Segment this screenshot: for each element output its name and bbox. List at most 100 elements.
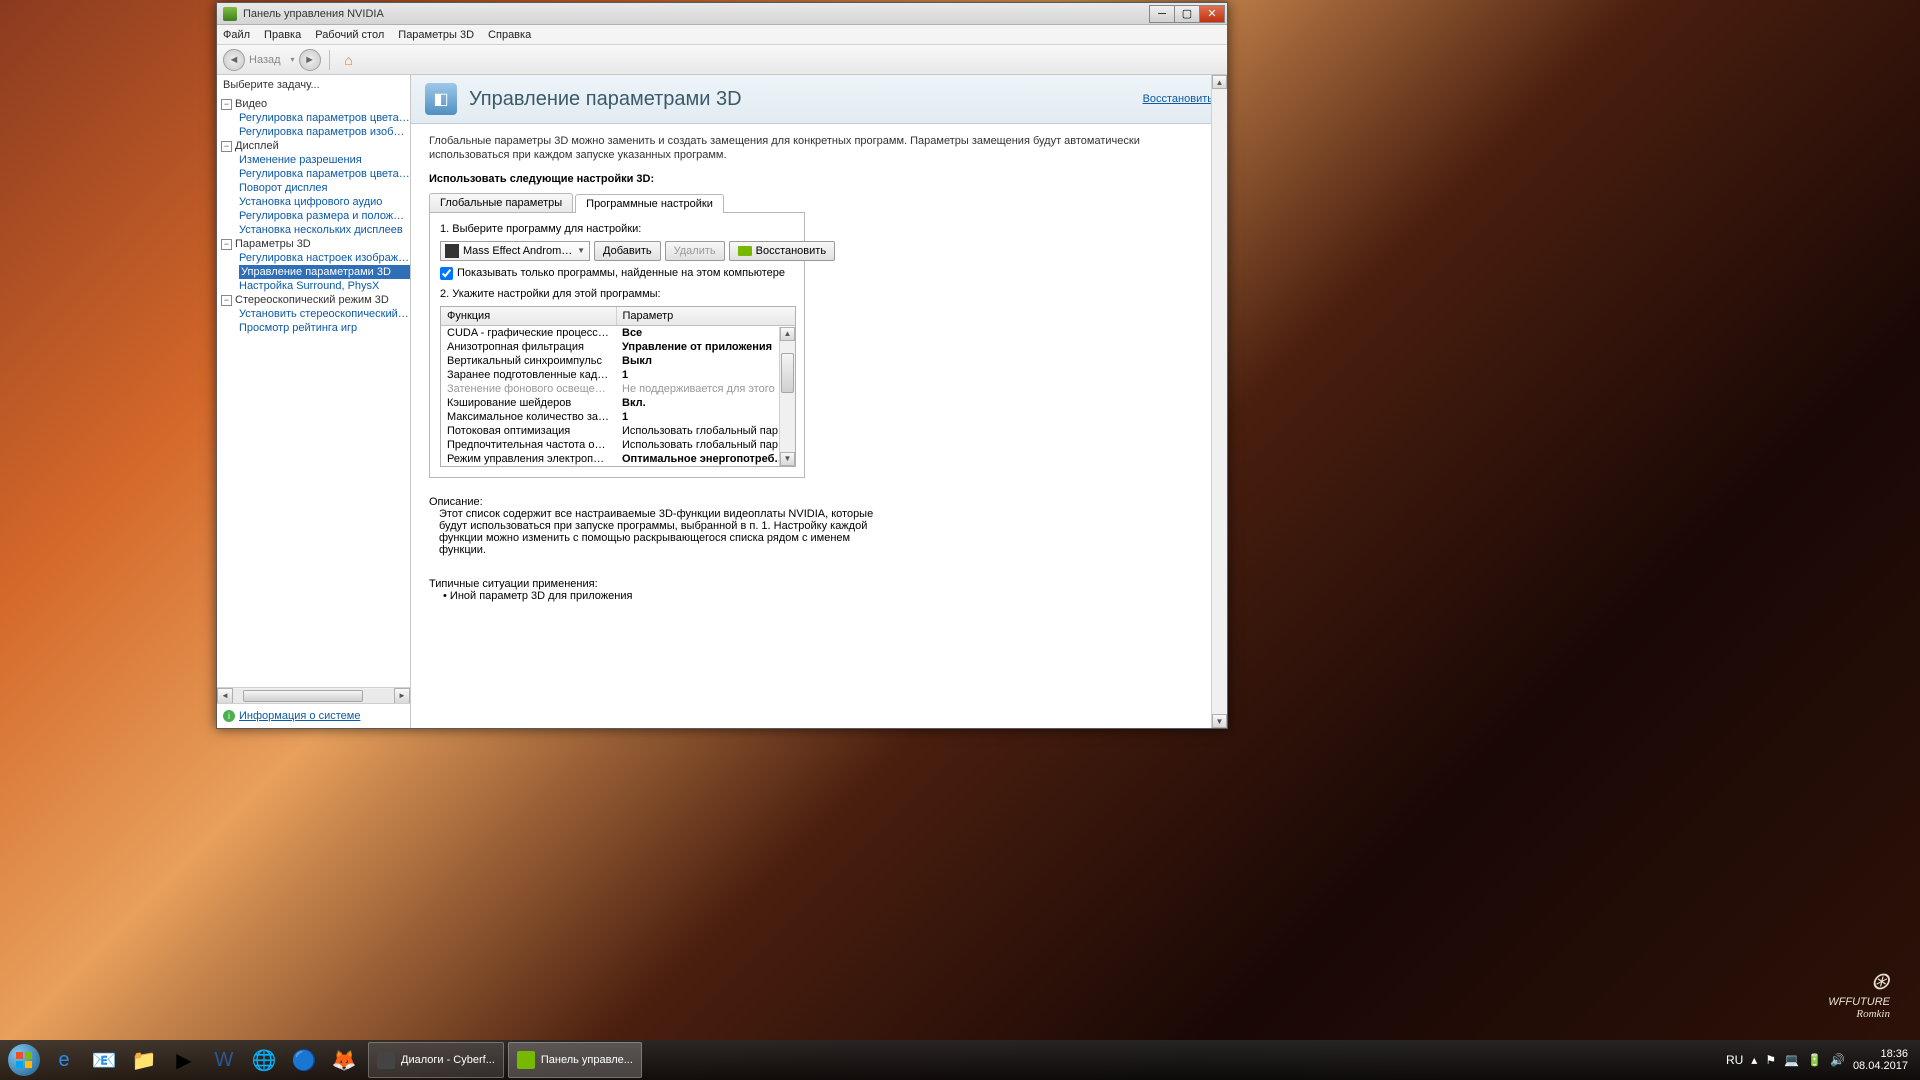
minimize-button[interactable]: ─: [1149, 5, 1175, 23]
tab-program[interactable]: Программные настройки: [575, 194, 724, 213]
window-title: Панель управления NVIDIA: [243, 8, 1150, 20]
table-row[interactable]: Режим управления электропитаниемОптималь…: [441, 452, 795, 466]
col-function[interactable]: Функция: [441, 307, 616, 326]
info-icon: i: [223, 710, 235, 722]
back-label: Назад: [249, 54, 281, 66]
nvidia-icon: [223, 7, 237, 21]
settings-table: Функция Параметр CUDA - графические проц…: [440, 306, 796, 467]
add-button[interactable]: Добавить: [594, 241, 661, 261]
taskbar-explorer[interactable]: 📁: [124, 1042, 164, 1078]
tree-leaf-resolution[interactable]: Изменение разрешения: [239, 153, 410, 167]
step1-label: 1. Выберите программу для настройки:: [440, 223, 794, 235]
menubar: Файл Правка Рабочий стол Параметры 3D Сп…: [217, 25, 1227, 45]
tree-leaf-digital-audio[interactable]: Установка цифрового аудио: [239, 195, 410, 209]
tray-action-center-icon[interactable]: ⚑: [1765, 1053, 1776, 1067]
table-row[interactable]: Вертикальный синхроимпульсВыкл: [441, 354, 795, 368]
restore-link[interactable]: Восстановить: [1143, 93, 1213, 105]
col-param[interactable]: Параметр: [616, 307, 795, 326]
program-select[interactable]: Mass Effect Andromeda (masse... ▼: [440, 241, 590, 261]
table-row[interactable]: CUDA - графические процессорыВсе: [441, 325, 795, 340]
nvidia-icon: [517, 1051, 535, 1069]
toolbar: ◄ Назад ▾ ► ⌂: [217, 45, 1227, 75]
table-row[interactable]: Затенение фонового освещенияНе поддержив…: [441, 382, 795, 396]
task-tree: −Видео Регулировка параметров цвета для …: [217, 95, 410, 687]
tree-toggle[interactable]: −: [221, 239, 232, 250]
start-button[interactable]: [4, 1040, 44, 1080]
taskbar-wmp[interactable]: ▶: [164, 1042, 204, 1078]
table-row[interactable]: Заранее подготовленные кадры вирту...1: [441, 368, 795, 382]
system-tray: RU ▴ ⚑ 💻 🔋 🔊 18:36 08.04.2017: [1726, 1048, 1916, 1072]
table-vscroll[interactable]: ▲ ▼: [779, 327, 795, 466]
tree-leaf-manage-3d[interactable]: Управление параметрами 3D: [239, 265, 410, 279]
scroll-down-button[interactable]: ▼: [1212, 714, 1227, 728]
tree-toggle[interactable]: −: [221, 141, 232, 152]
menu-help[interactable]: Справка: [488, 29, 531, 41]
tree-leaf-image-preview[interactable]: Регулировка настроек изображения с пр: [239, 251, 410, 265]
scroll-thumb[interactable]: [243, 690, 363, 702]
tray-lang[interactable]: RU: [1726, 1053, 1743, 1067]
table-row[interactable]: Максимальное количество заранее под...1: [441, 410, 795, 424]
taskbar-firefox[interactable]: 🦊: [324, 1042, 364, 1078]
tray-battery-icon[interactable]: 🔋: [1807, 1053, 1822, 1067]
scroll-down-button[interactable]: ▼: [780, 452, 795, 466]
show-found-only-label[interactable]: Показывать только программы, найденные н…: [457, 267, 785, 279]
tree-leaf-video-color[interactable]: Регулировка параметров цвета для вид: [239, 111, 410, 125]
table-row[interactable]: Предпочтительная частота обновлени...Исп…: [441, 438, 795, 452]
titlebar[interactable]: Панель управления NVIDIA ─ ▢ ✕: [217, 3, 1227, 25]
home-icon: ⌂: [344, 52, 352, 68]
back-button[interactable]: ◄: [223, 49, 245, 71]
close-button[interactable]: ✕: [1199, 5, 1225, 23]
table-row[interactable]: Потоковая оптимизацияИспользовать глобал…: [441, 424, 795, 438]
tree-leaf-size-position[interactable]: Регулировка размера и положения рабо: [239, 209, 410, 223]
taskbar-mail[interactable]: 📧: [84, 1042, 124, 1078]
sidebar-hscroll[interactable]: ◄ ►: [217, 687, 410, 703]
description-text: Этот список содержит все настраиваемые 3…: [439, 508, 879, 556]
taskbar-browser[interactable]: 🌐: [244, 1042, 284, 1078]
scroll-right-button[interactable]: ►: [394, 688, 410, 704]
taskbar-ie[interactable]: e: [44, 1042, 84, 1078]
taskbar-app-cyberforum[interactable]: Диалоги - Cyberf...: [368, 1042, 504, 1078]
page-title: Управление параметрами 3D: [469, 88, 742, 111]
menu-edit[interactable]: Правка: [264, 29, 301, 41]
tree-leaf-game-rating[interactable]: Просмотр рейтинга игр: [239, 321, 410, 335]
tree-leaf-multi-display[interactable]: Установка нескольких дисплеев: [239, 223, 410, 237]
tray-arrow-icon[interactable]: ▴: [1751, 1053, 1757, 1067]
scroll-thumb[interactable]: [781, 353, 794, 393]
forward-button[interactable]: ►: [299, 49, 321, 71]
system-info-link[interactable]: i Информация о системе: [217, 703, 410, 728]
tree-leaf-surround-physx[interactable]: Настройка Surround, PhysX: [239, 279, 410, 293]
taskbar-chrome[interactable]: 🔵: [284, 1042, 324, 1078]
table-row[interactable]: Кэширование шейдеровВкл.: [441, 396, 795, 410]
tree-leaf-video-image[interactable]: Регулировка параметров изображения д: [239, 125, 410, 139]
tree-toggle[interactable]: −: [221, 295, 232, 306]
sidebar-header: Выберите задачу...: [217, 75, 410, 95]
home-button[interactable]: ⌂: [338, 49, 360, 71]
page-header: ◧ Управление параметрами 3D Восстановить: [411, 75, 1227, 124]
page-header-icon: ◧: [425, 83, 457, 115]
desktop-watermark: ⊛ WFFUTURE Romkin: [1828, 967, 1890, 1020]
chevron-down-icon: ▼: [577, 246, 585, 255]
tree-toggle[interactable]: −: [221, 99, 232, 110]
menu-desktop[interactable]: Рабочий стол: [315, 29, 384, 41]
scroll-up-button[interactable]: ▲: [1212, 75, 1227, 89]
tray-volume-icon[interactable]: 🔊: [1830, 1053, 1845, 1067]
tray-network-icon[interactable]: 💻: [1784, 1053, 1799, 1067]
tree-leaf-rotation[interactable]: Поворот дисплея: [239, 181, 410, 195]
maximize-button[interactable]: ▢: [1174, 5, 1200, 23]
scroll-left-button[interactable]: ◄: [217, 688, 233, 704]
remove-button: Удалить: [665, 241, 725, 261]
taskbar-word[interactable]: W: [204, 1042, 244, 1078]
restore-button[interactable]: Восстановить: [729, 241, 835, 261]
scroll-up-button[interactable]: ▲: [780, 327, 795, 341]
table-row[interactable]: Анизотропная фильтрацияУправление от при…: [441, 340, 795, 354]
step2-label: 2. Укажите настройки для этой программы:: [440, 288, 794, 300]
tree-leaf-desktop-color[interactable]: Регулировка параметров цвета рабочег: [239, 167, 410, 181]
taskbar-app-nvidia[interactable]: Панель управле...: [508, 1042, 642, 1078]
menu-file[interactable]: Файл: [223, 29, 250, 41]
tab-global[interactable]: Глобальные параметры: [429, 193, 573, 212]
tree-leaf-stereo-setup[interactable]: Установить стереоскопический режим 3: [239, 307, 410, 321]
show-found-only-checkbox[interactable]: [440, 267, 453, 280]
tray-clock[interactable]: 18:36 08.04.2017: [1853, 1048, 1908, 1072]
menu-params3d[interactable]: Параметры 3D: [398, 29, 474, 41]
main-vscroll[interactable]: ▲ ▼: [1211, 75, 1227, 728]
